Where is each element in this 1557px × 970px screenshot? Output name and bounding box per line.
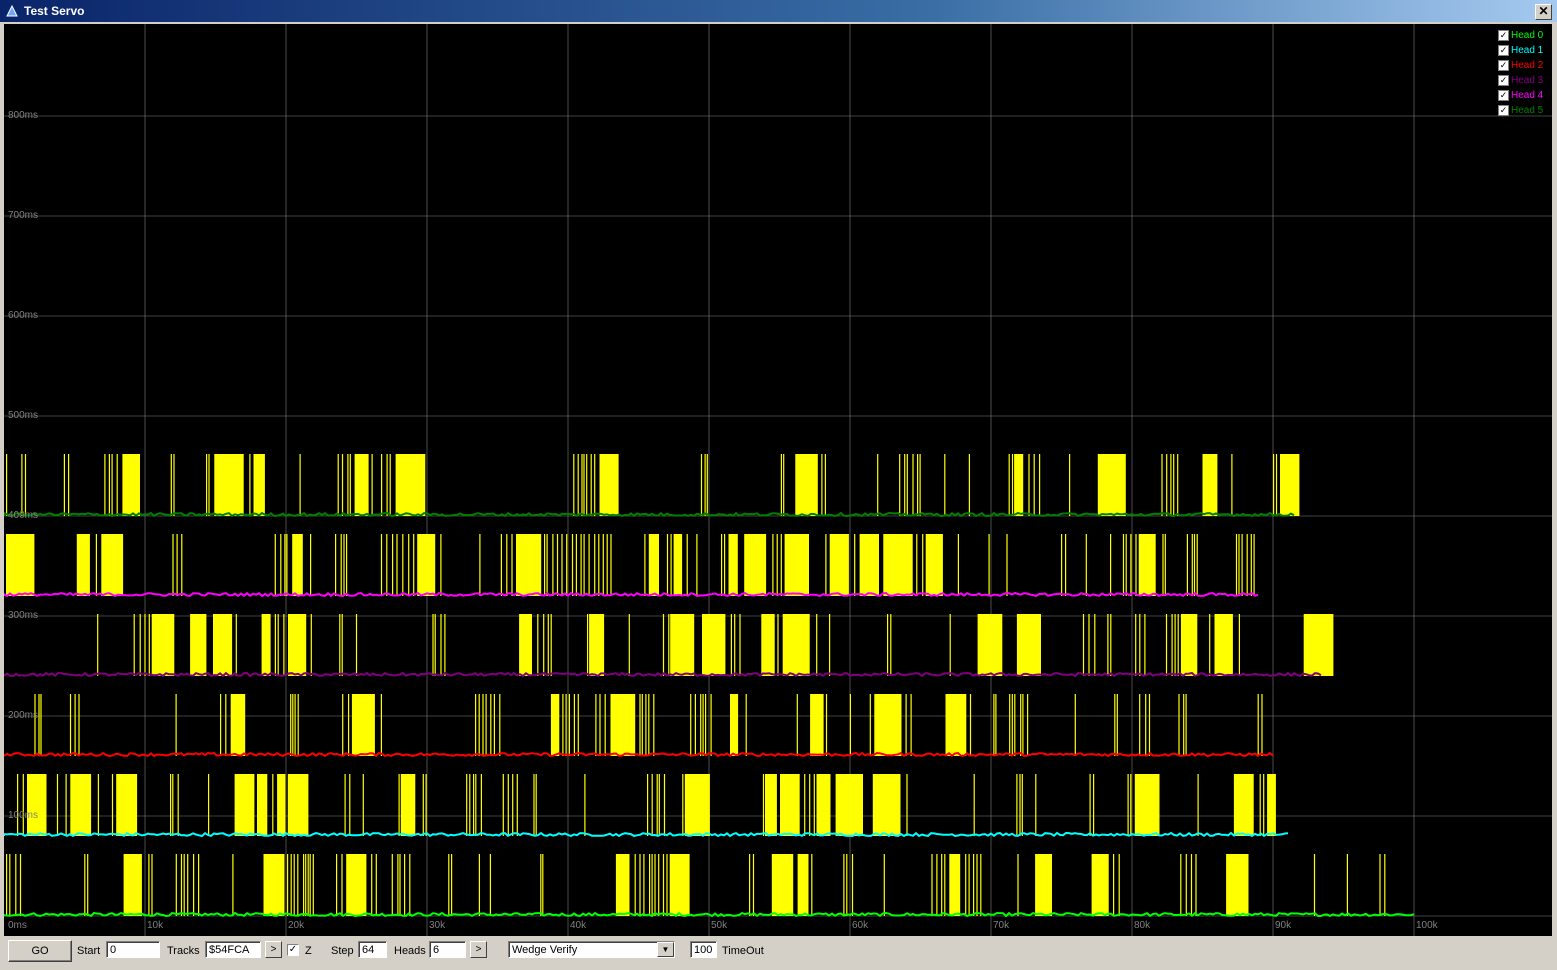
series-head-4 (4, 534, 1259, 598)
y-tick-label: 600ms (8, 310, 39, 321)
tracks-arrow-button[interactable]: > (265, 941, 282, 958)
y-tick-label: 800ms (8, 110, 39, 121)
legend: ✓ Head 0 ✓ Head 1 ✓ Head 2 ✓ Head 3 ✓ Head 4 ✓ Head… (1498, 28, 1550, 118)
y-tick-label: 400ms (8, 510, 39, 521)
spike-band (17, 774, 1276, 836)
legend-label: Head 0 (1511, 30, 1544, 41)
chart-canvas (4, 24, 1552, 936)
series-head-5 (4, 454, 1300, 518)
toolbar: GO Start 0 Tracks $54FCA > ✓ Z Step 64 H… (0, 936, 1557, 970)
close-button[interactable]: ✕ (1535, 4, 1552, 20)
legend-item[interactable]: ✓ Head 2 (1498, 58, 1550, 73)
timeout-label: TimeOut (722, 945, 764, 957)
legend-label: Head 2 (1511, 60, 1544, 71)
tracks-input[interactable]: $54FCA (205, 941, 261, 958)
y-tick-label: 500ms (8, 410, 39, 421)
servo-chart: 800ms 700ms 600ms 500ms 400ms 300ms 200ms 100ms… (4, 24, 1552, 936)
y-tick-label: 300ms (8, 610, 39, 621)
title-bar[interactable]: Test Servo ✕ (0, 0, 1557, 22)
legend-item[interactable]: ✓ Head 3 (1498, 73, 1550, 88)
baseline-line (4, 751, 1274, 758)
spike-band (97, 614, 1334, 676)
legend-label: Head 1 (1511, 45, 1544, 56)
legend-label: Head 5 (1511, 105, 1544, 116)
x-tick-label: 40k (570, 920, 587, 931)
spike-band (34, 694, 1263, 756)
legend-item[interactable]: ✓ Head 4 (1498, 88, 1550, 103)
x-tick-label: 70k (993, 920, 1010, 931)
y-tick-label: 700ms (8, 210, 39, 221)
legend-item[interactable]: ✓ Head 1 (1498, 43, 1550, 58)
legend-label: Head 4 (1511, 90, 1544, 101)
timeout-input[interactable]: 100 (690, 941, 717, 958)
mode-select[interactable]: Wedge Verify (508, 941, 675, 958)
series-head-2 (4, 694, 1274, 758)
window-title: Test Servo (24, 4, 85, 18)
legend-item[interactable]: ✓ Head 0 (1498, 28, 1550, 43)
x-tick-label: 60k (852, 920, 869, 931)
mode-select-value: Wedge Verify (512, 944, 578, 956)
z-checkbox[interactable]: ✓ (287, 944, 299, 956)
spike-band (6, 854, 1386, 916)
y-tick-label: 0ms (8, 920, 27, 931)
y-tick-label: 200ms (8, 710, 39, 721)
start-input[interactable]: 0 (106, 941, 160, 958)
heads-input[interactable]: 6 (429, 941, 466, 958)
x-tick-label: 100k (1416, 920, 1438, 931)
go-button[interactable]: GO (8, 940, 72, 962)
heads-arrow-button[interactable]: > (470, 941, 487, 958)
legend-checkbox[interactable]: ✓ (1498, 90, 1509, 101)
z-label: Z (305, 945, 312, 957)
x-tick-label: 20k (288, 920, 305, 931)
legend-checkbox[interactable]: ✓ (1498, 75, 1509, 86)
baseline-line (4, 831, 1289, 838)
start-label: Start (77, 945, 101, 957)
legend-item[interactable]: ✓ Head 5 (1498, 103, 1550, 118)
legend-checkbox[interactable]: ✓ (1498, 45, 1509, 56)
y-tick-label: 100ms (8, 810, 39, 821)
x-tick-label: 30k (429, 920, 446, 931)
x-tick-label: 50k (711, 920, 728, 931)
heads-label: Heads (394, 945, 426, 957)
spike-band (6, 534, 1255, 596)
test-servo-window: Test Servo ✕ 800ms 700ms 600ms 500ms 400ms 30… (0, 0, 1557, 970)
tracks-label: Tracks (167, 945, 200, 957)
legend-checkbox[interactable]: ✓ (1498, 105, 1509, 116)
legend-label: Head 3 (1511, 75, 1544, 86)
legend-checkbox[interactable]: ✓ (1498, 30, 1509, 41)
series-head-3 (4, 614, 1334, 678)
baseline-line (4, 591, 1259, 598)
legend-checkbox[interactable]: ✓ (1498, 60, 1509, 71)
step-input[interactable]: 64 (358, 941, 387, 958)
x-tick-label: 10k (147, 920, 164, 931)
x-tick-label: 90k (1275, 920, 1292, 931)
mode-dropdown-arrow[interactable]: ▼ (657, 942, 674, 957)
step-label: Step (331, 945, 354, 957)
app-icon (6, 4, 18, 17)
spike-band (6, 454, 1300, 516)
x-tick-label: 80k (1134, 920, 1151, 931)
series-head-1 (4, 774, 1289, 838)
